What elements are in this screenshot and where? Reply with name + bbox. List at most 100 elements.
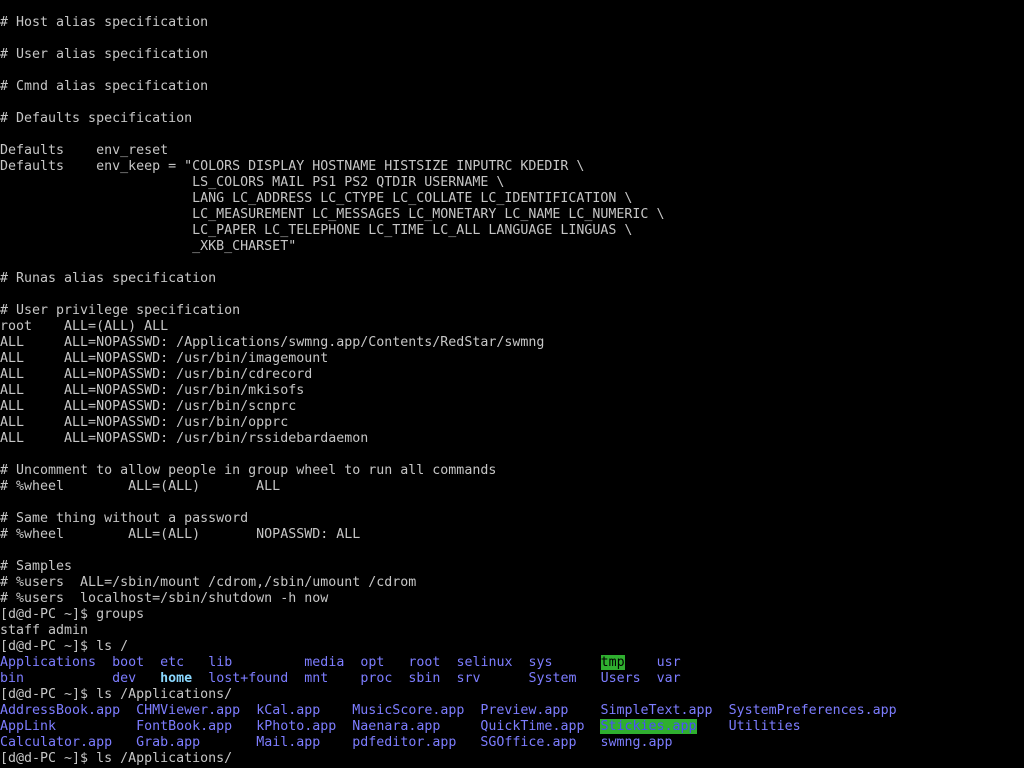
ls-entry: proc	[360, 671, 393, 686]
terminal-line: LANG LC_ADDRESS LC_CTYPE LC_COLLATE LC_I…	[0, 191, 632, 207]
terminal-line: ALL ALL=NOPASSWD: /Applications/swmng.ap…	[0, 335, 544, 351]
ls-entry: QuickTime.app	[480, 719, 585, 734]
terminal-line: ALL ALL=NOPASSWD: /usr/bin/rssidebardaem…	[0, 431, 368, 447]
ls-entry: opt	[360, 655, 385, 670]
terminal-text: # Cmnd alias specification	[0, 79, 209, 94]
ls-entry: boot	[112, 655, 145, 670]
ls-entry: Grab.app	[136, 735, 201, 750]
ls-entry: AddressBook.app	[0, 703, 121, 718]
terminal-line: # Samples	[0, 559, 72, 575]
terminal-text: ALL ALL=NOPASSWD: /usr/bin/mkisofs	[0, 383, 305, 398]
ls-entry: Calculator.app	[0, 735, 113, 750]
terminal-text: # Defaults specification	[0, 111, 193, 126]
terminal-text: # %wheel ALL=(ALL) ALL	[0, 479, 281, 494]
ls-entry: Utilities	[728, 719, 801, 734]
terminal-text: # %users ALL=/sbin/mount /cdrom,/sbin/um…	[0, 575, 417, 590]
ls-entry: var	[656, 671, 681, 686]
ls-entry: MusicScore.app	[352, 703, 465, 718]
terminal-line: ALL ALL=NOPASSWD: /usr/bin/cdrecord	[0, 367, 312, 383]
ls-entry: Naenara.app	[352, 719, 441, 734]
terminal-line: # %users localhost=/sbin/shutdown -h now	[0, 591, 328, 607]
ls-entry: mnt	[304, 671, 329, 686]
terminal-line: ALL ALL=NOPASSWD: /usr/bin/imagemount	[0, 351, 328, 367]
ls-entry: Mail.app	[256, 735, 321, 750]
terminal-text: # %users localhost=/sbin/shutdown -h now	[0, 591, 329, 606]
ls-entry: SGOffice.app	[480, 735, 577, 750]
terminal-line: ALL ALL=NOPASSWD: /usr/bin/opprc	[0, 415, 288, 431]
ls-entry: AppLink	[0, 719, 57, 734]
ls-entry: lib	[208, 655, 233, 670]
ls-entry: media	[304, 655, 345, 670]
ls-entry: Applications	[0, 655, 97, 670]
ls-entry: bin	[0, 671, 25, 686]
terminal-line: bin dev home lost+found mnt proc sbin sr…	[0, 671, 681, 687]
terminal-text: [d@d-PC ~]$ groups	[0, 607, 145, 622]
terminal-text: root ALL=(ALL) ALL	[0, 319, 169, 334]
ls-entry: etc	[160, 655, 185, 670]
terminal-line: [d@d-PC ~]$ ls /	[0, 639, 128, 655]
terminal-line: [d@d-PC ~]$ ls /Applications/	[0, 751, 232, 767]
terminal-line: Calculator.app Grab.app Mail.app pdfedit…	[0, 735, 673, 751]
ls-entry: root	[408, 655, 441, 670]
terminal-text: LC_PAPER LC_TELEPHONE LC_TIME LC_ALL LAN…	[0, 223, 633, 238]
terminal-line: [d@d-PC ~]$ ls /Applications/	[0, 687, 232, 703]
ls-entry: SystemPreferences.app	[728, 703, 897, 718]
ls-entry: lost+found	[208, 671, 289, 686]
terminal-text: ALL ALL=NOPASSWD: /Applications/swmng.ap…	[0, 335, 545, 350]
terminal-line: # Cmnd alias specification	[0, 79, 208, 95]
terminal-text: # Uncomment to allow people in group whe…	[0, 463, 497, 478]
ls-entry: Users	[600, 671, 641, 686]
terminal-line: # %wheel ALL=(ALL) NOPASSWD: ALL	[0, 527, 360, 543]
terminal-line: # %users ALL=/sbin/mount /cdrom,/sbin/um…	[0, 575, 416, 591]
terminal-text: Defaults env_reset	[0, 143, 169, 158]
terminal-line: # Uncomment to allow people in group whe…	[0, 463, 496, 479]
terminal-line: AppLink FontBook.app kPhoto.app Naenara.…	[0, 719, 801, 735]
terminal-text: # User privilege specification	[0, 303, 241, 318]
terminal-text: # Samples	[0, 559, 73, 574]
terminal-line: # Runas alias specification	[0, 271, 216, 287]
terminal-line: # User alias specification	[0, 47, 208, 63]
ls-entry: kCal.app	[256, 703, 321, 718]
terminal-screen[interactable]: # Host alias specification # User alias s…	[0, 0, 1024, 768]
terminal-line: staff admin	[0, 623, 88, 639]
terminal-line: # Same thing without a password	[0, 511, 248, 527]
terminal-text: ALL ALL=NOPASSWD: /usr/bin/cdrecord	[0, 367, 313, 382]
ls-entry: kPhoto.app	[256, 719, 337, 734]
ls-entry: sbin	[408, 671, 441, 686]
ls-entry: sys	[528, 655, 553, 670]
terminal-line: [d@d-PC ~]$ groups	[0, 607, 144, 623]
terminal-line: # %wheel ALL=(ALL) ALL	[0, 479, 280, 495]
terminal-line: Defaults env_reset	[0, 143, 168, 159]
terminal-line: _XKB_CHARSET"	[0, 239, 296, 255]
terminal-line: AddressBook.app CHMViewer.app kCal.app M…	[0, 703, 897, 719]
terminal-text: # Runas alias specification	[0, 271, 217, 286]
terminal-text: Defaults env_keep = "COLORS DISPLAY HOST…	[0, 159, 585, 174]
ls-entry: Stickies.app	[600, 719, 697, 734]
terminal-text: LS_COLORS MAIL PS1 PS2 QTDIR USERNAME \	[0, 175, 505, 190]
ls-entry: tmp	[600, 655, 625, 670]
terminal-line: # Defaults specification	[0, 111, 192, 127]
terminal-text: ALL ALL=NOPASSWD: /usr/bin/opprc	[0, 415, 289, 430]
terminal-line: ALL ALL=NOPASSWD: /usr/bin/mkisofs	[0, 383, 304, 399]
